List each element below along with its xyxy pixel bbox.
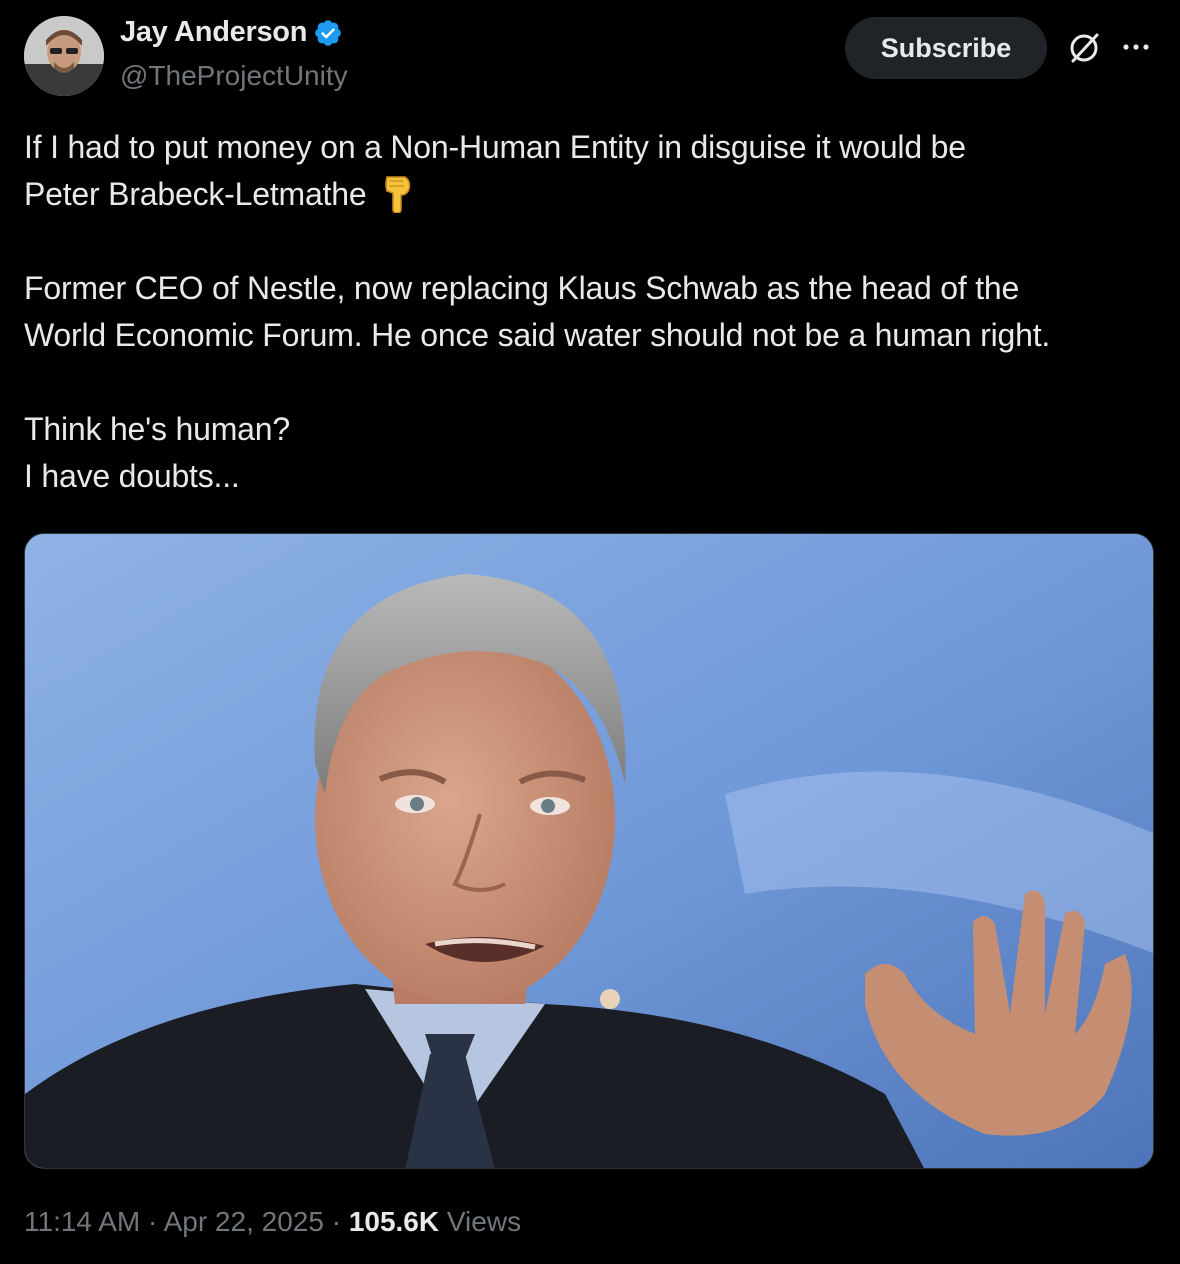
- views-label: Views: [446, 1206, 522, 1237]
- avatar-photo: [24, 16, 104, 96]
- grok-icon[interactable]: [1066, 30, 1102, 66]
- tweet-line: Peter Brabeck-Letmathe: [24, 176, 367, 212]
- tweet-time[interactable]: 11:14 AM: [24, 1206, 140, 1237]
- verified-badge-icon: [315, 19, 341, 46]
- pointing-down-emoji-icon: [385, 176, 411, 213]
- tweet-line: Former CEO of Nestle, now replacing Klau…: [24, 270, 1020, 306]
- tweet-date[interactable]: Apr 22, 2025: [164, 1206, 324, 1237]
- author-handle[interactable]: @TheProjectUnity: [120, 60, 348, 92]
- tweet-line: World Economic Forum. He once said water…: [24, 317, 1051, 353]
- author-name-row[interactable]: Jay Anderson: [120, 16, 343, 49]
- avatar[interactable]: [24, 16, 104, 96]
- views-count: 105.6K: [348, 1206, 440, 1237]
- tweet-meta: 11:14 AM · Apr 22, 2025 · 105.6K Views: [24, 1206, 521, 1238]
- meta-separator: ·: [331, 1206, 342, 1237]
- tweet-text: If I had to put money on a Non-Human Ent…: [24, 124, 1164, 500]
- tweet-line: Think he's human?: [24, 411, 290, 447]
- more-options-icon[interactable]: [1116, 32, 1156, 62]
- tweet-photo[interactable]: [24, 533, 1154, 1169]
- tweet-line: If I had to put money on a Non-Human Ent…: [24, 129, 966, 165]
- tweet-line: I have doubts...: [24, 458, 240, 494]
- tweet-line-with-emoji: Peter Brabeck-Letmathe: [24, 171, 1164, 218]
- meta-separator: ·: [148, 1206, 158, 1237]
- portrait-photo: [25, 534, 1153, 1168]
- author-name[interactable]: Jay Anderson: [120, 16, 307, 49]
- subscribe-button[interactable]: Subscribe: [845, 17, 1047, 79]
